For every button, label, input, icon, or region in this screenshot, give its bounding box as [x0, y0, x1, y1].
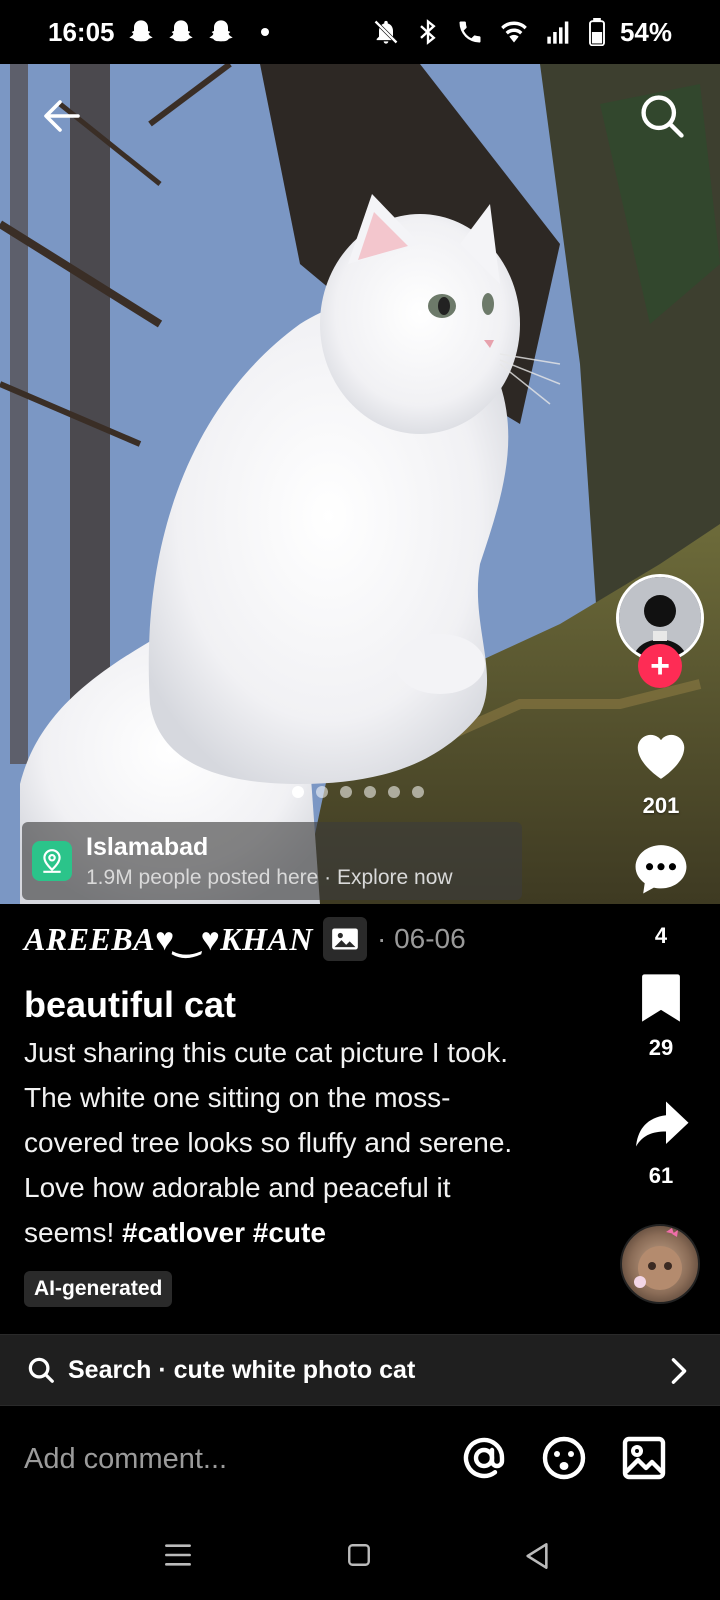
system-navigation-bar — [0, 1512, 720, 1600]
emoji-icon[interactable] — [540, 1434, 588, 1482]
heart-icon — [637, 734, 685, 779]
search-icon — [28, 1357, 54, 1383]
carousel-dot — [316, 786, 328, 798]
carousel-dot — [340, 786, 352, 798]
save-button[interactable]: 29 — [616, 972, 706, 1061]
wifi-calling-icon — [459, 21, 481, 43]
cat-photo-illustration — [0, 64, 720, 904]
snapchat-notification-icon — [168, 20, 193, 42]
bookmark-icon — [642, 974, 680, 1022]
home-icon[interactable] — [346, 1542, 372, 1568]
carousel-dot — [364, 786, 376, 798]
follow-button[interactable]: + — [638, 644, 682, 688]
back-arrow-icon[interactable] — [38, 92, 86, 140]
mute-bell-icon — [374, 20, 398, 44]
author-username[interactable]: AREEBA♥‿♥KHAN — [24, 920, 313, 958]
post-details: AREEBA♥‿♥KHAN · 06-06 beautiful cat Just… — [24, 904, 604, 1307]
search-icon[interactable] — [636, 90, 688, 142]
search-suggestion-text: Search · cute white photo cat — [68, 1355, 416, 1384]
comment-button[interactable]: 4 — [616, 840, 706, 949]
post-caption: Just sharing this cute cat picture I too… — [24, 1030, 524, 1255]
comment-input[interactable]: Add comment... — [24, 1443, 227, 1476]
share-arrow-icon — [636, 1101, 689, 1147]
sound-cover-image — [634, 1228, 682, 1290]
battery-icon — [588, 18, 605, 46]
comment-count: 4 — [654, 923, 668, 948]
image-attach-icon[interactable] — [620, 1434, 668, 1482]
author-row: AREEBA♥‿♥KHAN · 06-06 — [24, 904, 604, 974]
post-photo[interactable] — [0, 64, 720, 904]
wifi-icon — [501, 21, 527, 43]
carousel-dot — [412, 786, 424, 798]
like-count: 201 — [642, 793, 680, 818]
sound-disc[interactable] — [620, 1224, 700, 1304]
mention-icon[interactable] — [460, 1434, 508, 1482]
caption-hashtags[interactable]: #catlover #cute — [122, 1217, 326, 1248]
photo-post-icon — [322, 917, 367, 961]
status-time: 16:05 — [48, 16, 115, 47]
comment-bar: Add comment... — [0, 1406, 720, 1512]
carousel-indicator — [292, 786, 424, 798]
carousel-dot — [388, 786, 400, 798]
post-date: · 06-06 — [376, 923, 466, 954]
search-suggestion-bar[interactable]: Search · cute white photo cat — [0, 1334, 720, 1406]
like-button[interactable]: 201 — [616, 724, 706, 819]
ai-generated-label: AI-generated — [24, 1271, 173, 1307]
chevron-right-icon — [671, 1358, 687, 1384]
cellular-signal-icon — [547, 21, 569, 44]
recent-apps-icon[interactable] — [164, 1542, 192, 1568]
location-chip[interactable]: Islamabad 1.9M people posted here · Expl… — [22, 822, 522, 900]
save-count: 29 — [648, 1035, 674, 1060]
battery-percentage: 54% — [619, 16, 672, 47]
snapchat-notification-icon — [128, 20, 153, 42]
location-name: Islamabad — [86, 832, 209, 861]
snapchat-notification-icon — [208, 20, 233, 42]
more-notifications-dot — [260, 28, 269, 36]
back-nav-icon[interactable] — [524, 1542, 550, 1570]
post-title: beautiful cat — [24, 984, 237, 1025]
status-bar: 16:05 54% — [0, 0, 720, 64]
comment-bubble-icon — [635, 845, 687, 894]
share-count: 61 — [648, 1163, 674, 1188]
location-pin-icon — [32, 841, 72, 881]
bluetooth-icon — [420, 19, 436, 45]
carousel-dot-active — [292, 786, 304, 798]
location-subtitle: 1.9M people posted here · Explore now — [86, 865, 453, 889]
share-button[interactable]: 61 — [616, 1096, 706, 1189]
